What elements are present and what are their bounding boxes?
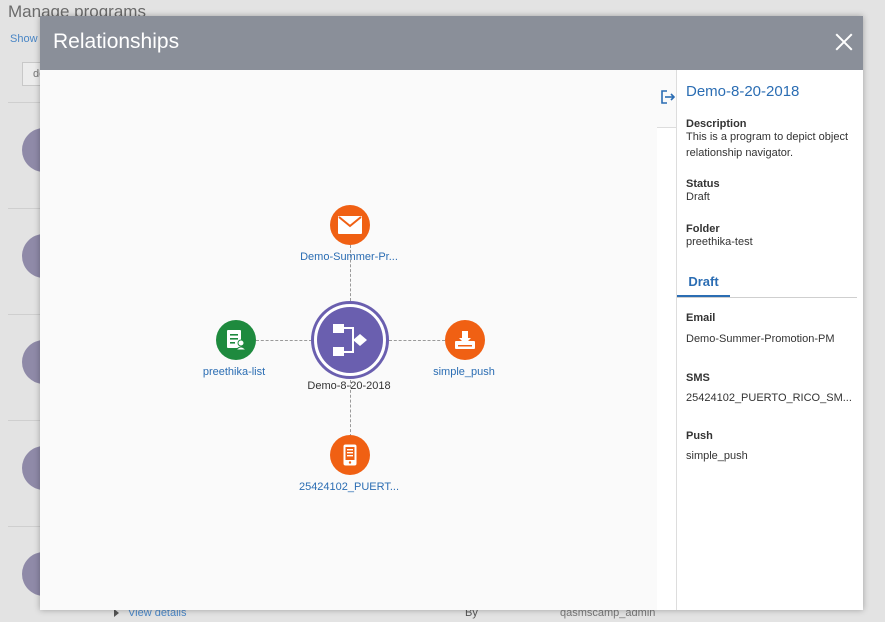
- tab-draft[interactable]: Draft: [677, 268, 730, 298]
- email-label: Email: [686, 312, 716, 324]
- push-label: Push: [686, 430, 713, 442]
- email-node-label[interactable]: Demo-Summer-Pr...: [300, 251, 398, 263]
- modal-title: Relationships: [53, 30, 180, 53]
- mobile-sms-icon: [343, 444, 357, 466]
- exit-panel-icon[interactable]: [661, 90, 675, 104]
- status-value: Draft: [686, 191, 710, 203]
- list-node[interactable]: [216, 320, 256, 360]
- modal-header: Relationships: [40, 16, 863, 70]
- program-node[interactable]: [311, 301, 389, 379]
- email-icon: [338, 216, 362, 234]
- description-value: This is a program to depict object relat…: [686, 131, 849, 159]
- show-link[interactable]: Show: [10, 33, 38, 45]
- list-contact-icon: [227, 330, 246, 351]
- program-node-inner: [317, 307, 383, 373]
- panel-toggle-tab[interactable]: [657, 70, 677, 128]
- program-flow-icon: [333, 324, 367, 356]
- sms-node-label[interactable]: 25424102_PUERT...: [299, 481, 399, 493]
- tab-divider: [677, 297, 857, 298]
- panel-title: Demo-8-20-2018: [686, 83, 800, 100]
- email-node[interactable]: [330, 205, 370, 245]
- edge-left: [256, 340, 312, 341]
- sms-value: 25424102_PUERTO_RICO_SM...: [686, 392, 852, 404]
- expand-triangle-icon[interactable]: [114, 609, 119, 617]
- details-panel: Demo-8-20-2018 Description This is a pro…: [657, 70, 863, 610]
- sms-node[interactable]: [330, 435, 370, 475]
- edge-right: [389, 340, 445, 341]
- list-node-label[interactable]: preethika-list: [203, 366, 265, 378]
- close-icon[interactable]: [834, 32, 854, 52]
- panel-divider: [676, 128, 677, 610]
- email-value: Demo-Summer-Promotion-PM: [686, 333, 835, 345]
- relationships-modal: Relationships Demo-Summer-Pr... preethik…: [40, 16, 863, 610]
- push-node-label[interactable]: simple_push: [433, 366, 495, 378]
- folder-value: preethika-test: [686, 236, 753, 248]
- program-node-label[interactable]: Demo-8-20-2018: [307, 380, 390, 392]
- push-value: simple_push: [686, 450, 748, 462]
- push-download-icon: [455, 331, 475, 349]
- push-node[interactable]: [445, 320, 485, 360]
- sms-label: SMS: [686, 372, 710, 384]
- relationship-graph: Demo-Summer-Pr... preethika-list Demo-8-…: [40, 70, 657, 610]
